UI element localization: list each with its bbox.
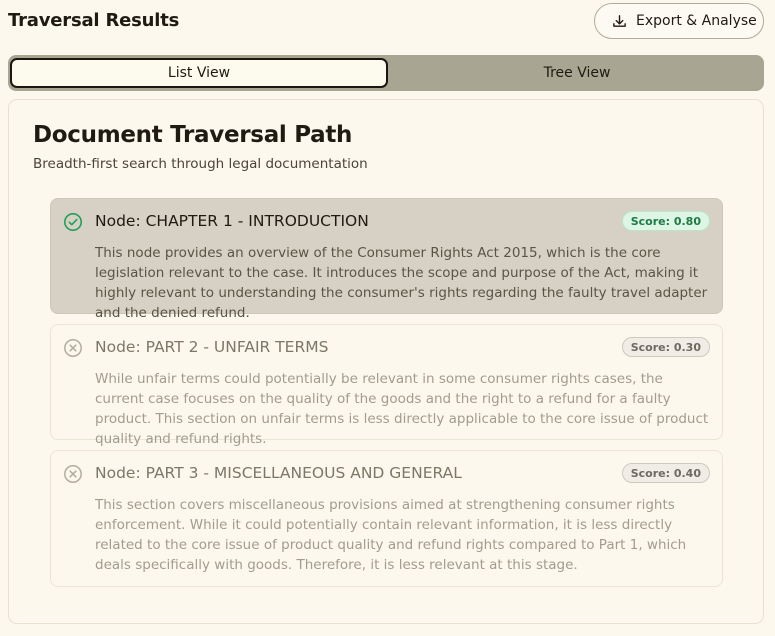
- node-description: This section covers miscellaneous provis…: [95, 497, 687, 573]
- node-description: While unfair terms could potentially be …: [95, 371, 709, 447]
- check-circle-icon: [64, 213, 82, 231]
- score-badge: Score: 0.30: [621, 337, 710, 357]
- results-header: Traversal Results Export & Analyse: [0, 0, 775, 44]
- traversal-node[interactable]: Node: PART 2 - UNFAIR TERMS Score: 0.30 …: [50, 324, 723, 447]
- node-title: Node: PART 2 - UNFAIR TERMS: [95, 338, 329, 356]
- card-title: Document Traversal Path: [33, 122, 353, 148]
- export-analyse-button[interactable]: Export & Analyse: [594, 3, 764, 39]
- traversal-node[interactable]: Node: CHAPTER 1 - INTRODUCTION Score: 0.…: [50, 198, 723, 321]
- tab-list-view[interactable]: List View: [10, 58, 388, 88]
- x-circle-icon: [64, 339, 82, 357]
- node-description: This node provides an overview of the Co…: [95, 245, 708, 321]
- page-title: Traversal Results: [8, 10, 180, 31]
- traversal-node[interactable]: Node: PART 3 - MISCELLANEOUS AND GENERAL…: [50, 450, 723, 587]
- traversal-path-card: Document Traversal Path Breadth-first se…: [8, 99, 764, 624]
- download-icon: [613, 14, 626, 27]
- score-badge: Score: 0.40: [621, 463, 710, 483]
- card-subtitle: Breadth-first search through legal docum…: [33, 156, 368, 172]
- export-analyse-label: Export & Analyse: [636, 13, 757, 29]
- node-title: Node: CHAPTER 1 - INTRODUCTION: [95, 212, 369, 230]
- view-tabs: List View Tree View: [8, 55, 764, 91]
- tab-tree-view[interactable]: Tree View: [388, 58, 766, 88]
- node-title: Node: PART 3 - MISCELLANEOUS AND GENERAL: [95, 464, 462, 482]
- x-circle-icon: [64, 465, 82, 483]
- score-badge: Score: 0.80: [621, 211, 710, 231]
